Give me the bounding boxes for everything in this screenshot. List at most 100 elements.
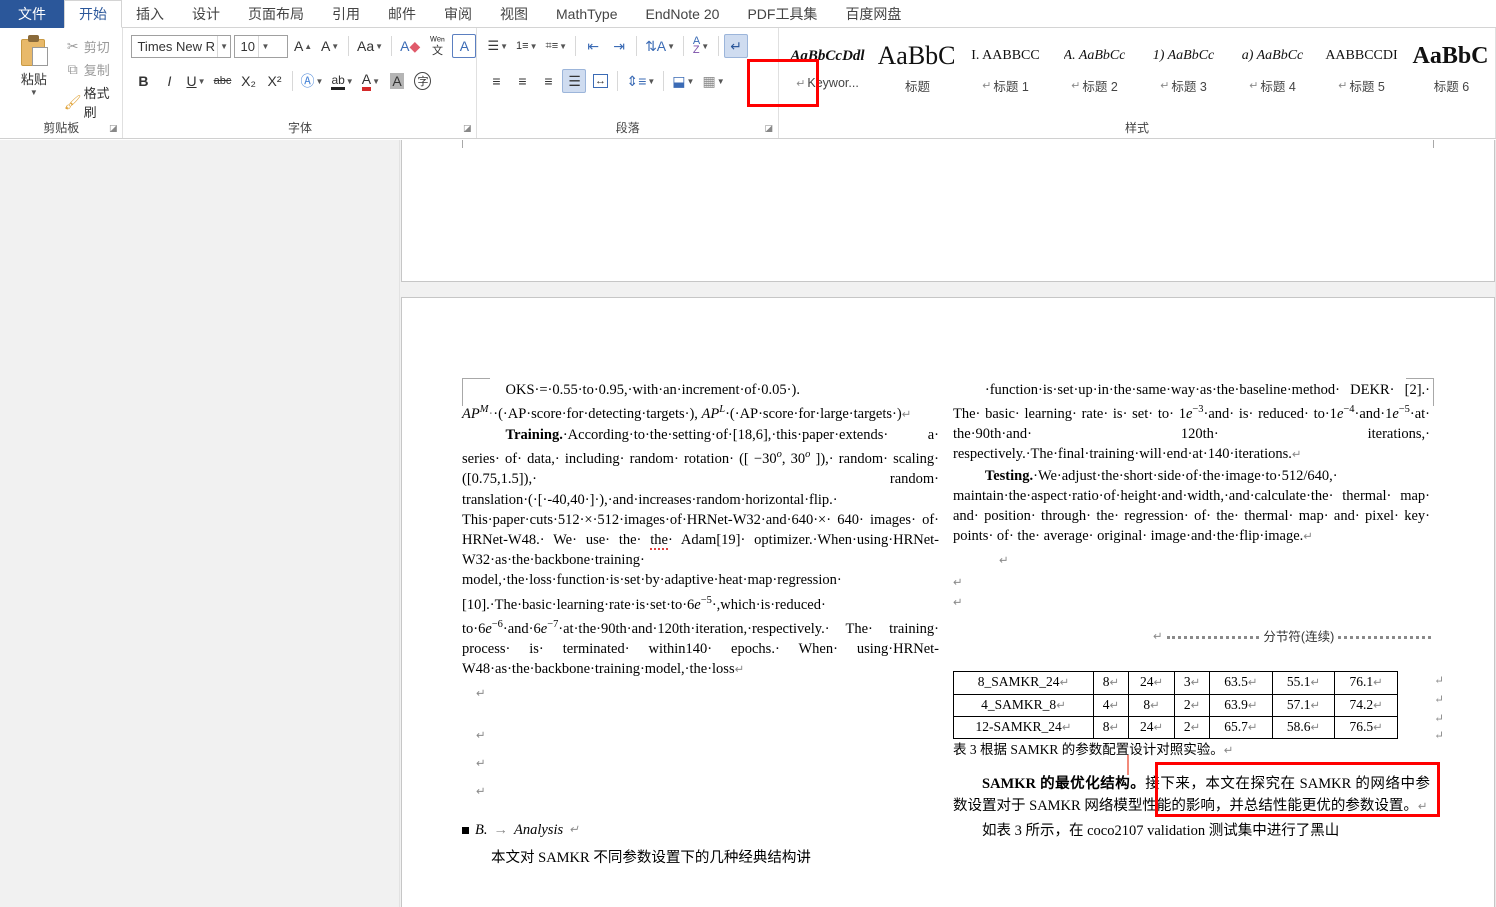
- menu-item-design[interactable]: 设计: [178, 0, 234, 28]
- menu-item-mailings[interactable]: 邮件: [374, 0, 430, 28]
- table-cell[interactable]: 8↵: [1127, 693, 1176, 717]
- table-cell[interactable]: 65.7↵: [1209, 715, 1273, 740]
- style-item-heading-6[interactable]: AaBbC 标题 6: [1406, 32, 1495, 95]
- bullets-button[interactable]: ☰ ▼: [484, 34, 511, 58]
- table-cell[interactable]: 76.5↵: [1334, 715, 1398, 740]
- clipboard-dialog-launcher-icon[interactable]: ◪: [109, 123, 118, 134]
- chevron-down-icon[interactable]: ▼: [257, 35, 272, 57]
- show-formatting-marks-button[interactable]: ↵: [724, 34, 749, 58]
- table-cell[interactable]: 63.5↵: [1209, 671, 1273, 695]
- shrink-font-button[interactable]: A ▼: [318, 34, 342, 58]
- table-cell[interactable]: 63.9↵: [1209, 693, 1273, 717]
- bold-button[interactable]: B: [131, 69, 155, 93]
- multilevel-list-button[interactable]: ⌗≡ ▼: [543, 34, 571, 58]
- char-shading-button[interactable]: A: [385, 69, 409, 93]
- empty-paragraph[interactable]: ↵: [462, 778, 939, 806]
- table-caption[interactable]: 表 3 根据 SAMKR 的参数配置设计对照实验。↵: [953, 740, 1430, 761]
- results-table-wrap[interactable]: 8_SAMKR_24↵ 8↵ 24↵ 3↵ 63.5↵ 55.1↵ 76.1↵ …: [953, 671, 1444, 742]
- style-item-heading-1[interactable]: I. AABBCC ↵ 标题 1: [961, 32, 1050, 95]
- menu-item-references[interactable]: 引用: [318, 0, 374, 28]
- table-cell[interactable]: 3↵: [1174, 671, 1211, 695]
- menu-item-page-layout[interactable]: 页面布局: [234, 0, 318, 28]
- table-row[interactable]: 12-SAMKR_24↵ 8↵ 24↵ 2↵ 65.7↵ 58.6↵ 76.5↵: [953, 715, 1398, 740]
- empty-paragraph[interactable]: ↵: [462, 722, 939, 750]
- font-color-button[interactable]: A ▼: [359, 69, 383, 93]
- sort-button[interactable]: ⇅A ▼: [642, 34, 678, 58]
- paragraph-loss-function[interactable]: ·function·is·set·up·in·the·same·way·as·t…: [953, 380, 1430, 466]
- phonetic-guide-button[interactable]: ᵂᵉⁿ 文: [425, 34, 449, 58]
- paste-button[interactable]: 粘贴 ▼: [6, 32, 62, 121]
- grow-font-button[interactable]: A ▲: [291, 34, 315, 58]
- format-painter-button[interactable]: 🖌 格式刷: [62, 83, 123, 121]
- chevron-down-icon[interactable]: ▼: [30, 89, 38, 97]
- align-left-button[interactable]: ≡: [484, 69, 508, 93]
- line-spacing-button[interactable]: ⇕≡ ▼: [623, 69, 658, 93]
- paragraph-table3-ref[interactable]: 如表 3 所示，在 coco2107 validation 测试集中进行了黑山: [953, 820, 1430, 842]
- paragraph-analysis-last[interactable]: 本文对 SAMKR 不同参数设置下的几种经典结构讲: [462, 848, 939, 868]
- character-border-button[interactable]: A: [452, 34, 477, 58]
- menu-item-home[interactable]: 开始: [64, 0, 122, 28]
- font-dialog-launcher-icon[interactable]: ◪: [463, 123, 472, 134]
- document-area[interactable]: OKS·=·0.55·to·0.95,·with·an·increment·of…: [0, 140, 1496, 907]
- sort-az-button[interactable]: A Z ▼: [689, 34, 713, 58]
- menu-item-insert[interactable]: 插入: [122, 0, 178, 28]
- table-cell[interactable]: 76.1↵: [1334, 671, 1398, 695]
- empty-paragraph[interactable]: ↵: [462, 750, 939, 778]
- menu-item-endnote[interactable]: EndNote 20: [631, 0, 733, 28]
- table-cell[interactable]: 2↵: [1174, 715, 1211, 740]
- menu-item-pdf-tools[interactable]: PDF工具集: [733, 0, 831, 28]
- empty-paragraph[interactable]: ↵: [953, 569, 1430, 589]
- italic-button[interactable]: I: [157, 69, 181, 93]
- table-cell[interactable]: 4↵: [1093, 693, 1129, 717]
- table-cell[interactable]: 2↵: [1174, 693, 1211, 717]
- empty-paragraph[interactable]: ↵: [953, 547, 1430, 569]
- numbering-button[interactable]: 1≡ ▼: [513, 34, 540, 58]
- highlight-button[interactable]: ab ▼: [328, 69, 356, 93]
- style-item-heading-3[interactable]: 1) AaBbCc ↵ 标题 3: [1139, 32, 1228, 95]
- change-case-button[interactable]: Aa ▼: [355, 34, 385, 58]
- results-table[interactable]: 8_SAMKR_24↵ 8↵ 24↵ 3↵ 63.5↵ 55.1↵ 76.1↵ …: [953, 671, 1398, 740]
- table-cell-config[interactable]: 12-SAMKR_24↵: [953, 715, 1094, 740]
- superscript-button[interactable]: X²: [263, 69, 287, 93]
- empty-paragraph[interactable]: ↵: [953, 589, 1430, 609]
- section-break-row[interactable]: ↵ 分节符(连续): [953, 615, 1431, 659]
- document-column-right[interactable]: ·function·is·set·up·in·the·same·way·as·t…: [953, 380, 1444, 869]
- menu-item-mathtype[interactable]: MathType: [542, 0, 631, 28]
- style-item-heading-2[interactable]: A. AaBbCc ↵ 标题 2: [1050, 32, 1139, 95]
- strikethrough-button[interactable]: abc: [211, 69, 235, 93]
- heading-section-b[interactable]: B. → Analysis ↵: [462, 820, 939, 840]
- paragraph-dialog-launcher-icon[interactable]: ◪: [764, 123, 773, 134]
- navigation-pane[interactable]: [0, 140, 400, 907]
- menu-item-view[interactable]: 视图: [486, 0, 542, 28]
- table-row[interactable]: 4_SAMKR_8↵ 4↵ 8↵ 2↵ 63.9↵ 57.1↵ 74.2↵: [953, 693, 1398, 717]
- font-name-combo[interactable]: Times New R ▼: [131, 34, 232, 58]
- paragraph-training[interactable]: Training.·According·to·the·setting·of·[1…: [462, 425, 939, 680]
- paragraph-samkr-structure[interactable]: SAMKR 的最优化结构。接下来，本文在探究在 SAMKR 的网络中参数设置对于…: [953, 773, 1430, 818]
- paragraph-oks[interactable]: OKS·=·0.55·to·0.95,·with·an·increment·of…: [462, 380, 939, 425]
- clear-formatting-button[interactable]: A ◆: [398, 34, 423, 58]
- document-column-left[interactable]: OKS·=·0.55·to·0.95,·with·an·increment·of…: [462, 380, 939, 869]
- distribute-button[interactable]: ↔: [588, 69, 612, 93]
- text-effects-button[interactable]: Ⓐ ▼: [298, 69, 327, 93]
- menu-item-review[interactable]: 审阅: [430, 0, 486, 28]
- increase-indent-button[interactable]: ⇥: [607, 34, 631, 58]
- style-item-keywords[interactable]: AaBbCcDdl ↵ Keywor...: [783, 32, 872, 95]
- section-break-marker[interactable]: ↵ 分节符(连续): [1153, 623, 1431, 651]
- table-cell[interactable]: 8↵: [1093, 671, 1129, 695]
- shading-button[interactable]: ⬓ ▼: [669, 69, 697, 93]
- menu-item-file[interactable]: 文件: [0, 0, 64, 28]
- document-page-current[interactable]: OKS·=·0.55·to·0.95,·with·an·increment·of…: [401, 297, 1495, 907]
- paragraph-testing[interactable]: Testing.·We·adjust·the·short·side·of·the…: [953, 466, 1430, 548]
- cut-button[interactable]: ✂ 剪切: [62, 37, 123, 56]
- underline-button[interactable]: U ▼: [183, 69, 208, 93]
- table-cell[interactable]: 24↵: [1127, 671, 1176, 695]
- align-justify-button[interactable]: ☰: [562, 69, 587, 93]
- table-row[interactable]: 8_SAMKR_24↵ 8↵ 24↵ 3↵ 63.5↵ 55.1↵ 76.1↵: [953, 671, 1398, 695]
- subscript-button[interactable]: X₂: [237, 69, 261, 93]
- table-cell[interactable]: 55.1↵: [1271, 671, 1336, 695]
- table-cell[interactable]: 8↵: [1093, 715, 1129, 740]
- table-cell[interactable]: 24↵: [1127, 715, 1176, 740]
- empty-paragraph[interactable]: ↵: [462, 680, 939, 722]
- table-cell-config[interactable]: 8_SAMKR_24↵: [953, 671, 1094, 695]
- table-cell[interactable]: 74.2↵: [1334, 693, 1398, 717]
